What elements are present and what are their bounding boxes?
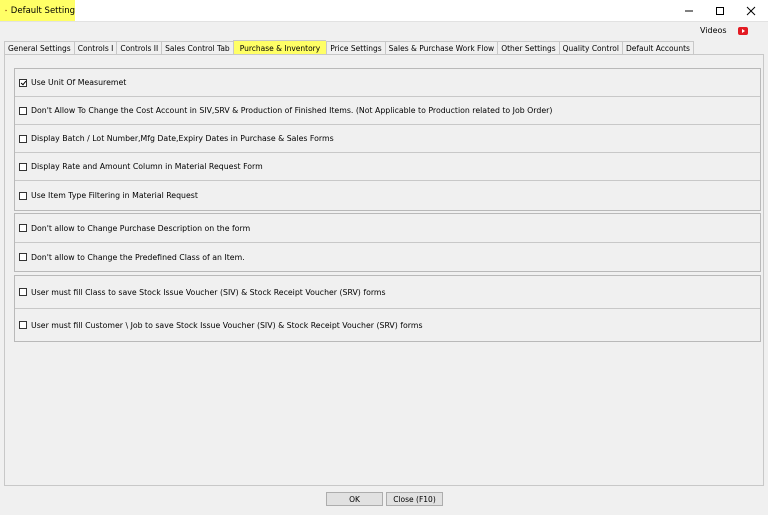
tab-sales-control[interactable]: Sales Control Tab — [161, 41, 233, 55]
option-row[interactable]: Don't Allow To Change the Cost Account i… — [15, 97, 760, 125]
tab-controls-i[interactable]: Controls I — [73, 41, 117, 55]
tab-sales-purchase-workflow[interactable]: Sales & Purchase Work Flow — [384, 41, 498, 55]
maximize-button[interactable] — [703, 0, 737, 21]
tab-general-settings[interactable]: General Settings — [4, 41, 74, 55]
option-checkbox[interactable] — [19, 288, 27, 296]
option-label: Don't Allow To Change the Cost Account i… — [31, 106, 553, 115]
option-checkbox[interactable] — [19, 321, 27, 329]
option-checkbox[interactable] — [19, 134, 27, 143]
tab-other-settings[interactable]: Other Settings — [497, 41, 559, 55]
option-label: Don't allow to Change Purchase Descripti… — [31, 223, 251, 233]
option-label: Use Unit Of Measuremet — [31, 78, 127, 87]
option-label: Don't allow to Change the Predefined Cla… — [31, 252, 245, 262]
tab-default-accounts[interactable]: Default Accounts — [621, 41, 694, 55]
option-checkbox[interactable] — [19, 224, 27, 232]
options-group-inventory: Use Unit Of Measuremet Don't Allow To Ch… — [14, 68, 761, 211]
option-row[interactable]: User must fill Customer \ Job to save St… — [15, 309, 760, 341]
option-row[interactable]: User must fill Class to save Stock Issue… — [15, 276, 760, 309]
close-icon — [746, 6, 756, 15]
window-title-area: Default Setting — [0, 0, 75, 21]
tab-controls-ii[interactable]: Controls II — [116, 41, 162, 55]
tab-purchase-inventory[interactable]: Purchase & Inventory — [232, 40, 327, 55]
option-label: User must fill Class to save Stock Issue… — [31, 287, 386, 297]
option-label: Display Batch / Lot Number,Mfg Date,Expi… — [31, 134, 334, 143]
option-checkbox[interactable] — [19, 78, 27, 87]
options-group-stock-vouchers: User must fill Class to save Stock Issue… — [14, 275, 761, 342]
option-checkbox[interactable] — [19, 162, 27, 171]
close-button[interactable]: Close (F10) — [386, 492, 443, 506]
videos-link[interactable]: Videos — [700, 26, 727, 35]
option-row[interactable]: Don't allow to Change Purchase Descripti… — [15, 214, 760, 243]
tab-strip: General Settings Controls I Controls II … — [4, 40, 694, 55]
options-group-purchase: Don't allow to Change Purchase Descripti… — [14, 213, 761, 272]
option-checkbox[interactable] — [19, 191, 27, 200]
tab-quality-control[interactable]: Quality Control — [558, 41, 622, 55]
option-row[interactable]: Use Unit Of Measuremet — [15, 69, 760, 97]
option-label: Use Item Type Filtering in Material Requ… — [31, 191, 198, 200]
window-title: Default Setting — [10, 5, 75, 16]
option-row[interactable]: Display Batch / Lot Number,Mfg Date,Expi… — [15, 125, 760, 153]
option-label: User must fill Customer \ Job to save St… — [31, 320, 423, 330]
youtube-icon[interactable] — [738, 27, 748, 35]
option-row[interactable]: Use Item Type Filtering in Material Requ… — [15, 181, 760, 210]
minimize-button[interactable] — [672, 0, 706, 21]
minimize-icon — [685, 10, 693, 11]
option-checkbox[interactable] — [19, 106, 27, 115]
ok-button[interactable]: OK — [326, 492, 383, 506]
tab-price-settings[interactable]: Price Settings — [326, 41, 385, 55]
dialog-footer: OK Close (F10) — [0, 487, 768, 515]
option-row[interactable]: Don't allow to Change the Predefined Cla… — [15, 243, 760, 271]
title-bar: Default Setting — [0, 0, 768, 22]
maximize-icon — [716, 6, 724, 15]
option-row[interactable]: Display Rate and Amount Column in Materi… — [15, 153, 760, 181]
option-label: Display Rate and Amount Column in Materi… — [31, 162, 263, 171]
option-checkbox[interactable] — [19, 253, 27, 261]
tab-panel-purchase-inventory: Use Unit Of Measuremet Don't Allow To Ch… — [4, 54, 764, 486]
close-window-button[interactable] — [734, 0, 768, 21]
app-icon — [5, 9, 7, 12]
